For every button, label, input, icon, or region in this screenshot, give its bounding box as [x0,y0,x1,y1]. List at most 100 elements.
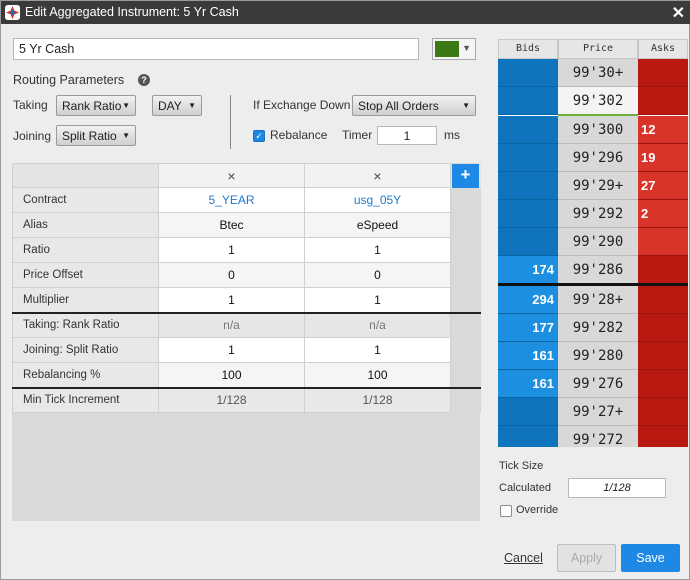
row-label: Ratio [12,237,159,263]
ladder-row: 174 99'286 [498,256,688,284]
ask-cell[interactable] [638,228,688,256]
ask-cell[interactable] [638,370,688,398]
ladder-row: 99'300 12 [498,116,688,144]
bid-cell[interactable] [498,426,558,447]
row-label: Contract [12,187,159,213]
bids-header: Bids [498,39,558,59]
price-ladder: Bids Price Asks 99'30+ 99'302 99'300 12 … [498,39,688,447]
row-label: Joining: Split Ratio [12,337,159,363]
bid-cell[interactable] [498,172,558,200]
contract-link[interactable]: 5_YEAR [158,187,305,213]
color-picker[interactable]: ▼ [432,38,476,60]
bid-cell[interactable] [498,59,558,87]
timer-input[interactable]: 1 [377,126,437,145]
override-checkbox[interactable] [500,505,512,517]
help-icon[interactable]: ? [138,74,150,86]
joining-ratio-cell[interactable]: 1 [158,337,305,363]
multiplier-cell[interactable]: 1 [304,287,451,313]
joining-dropdown[interactable]: Split Ratio ▼ [56,125,136,146]
ask-cell[interactable]: 19 [638,144,688,172]
bid-cell[interactable]: 177 [498,314,558,342]
rebalancing-cell[interactable]: 100 [304,362,451,388]
grid-header-blank [12,163,159,188]
joining-label: Joining [13,129,52,143]
price-cell: 99'302 [558,87,638,115]
min-tick-cell: 1/128 [304,386,451,413]
chevron-down-icon: ▼ [188,101,196,110]
price-cell: 99'290 [558,228,638,256]
bid-cell[interactable] [498,200,558,228]
price-offset-cell[interactable]: 0 [304,262,451,288]
price-cell: 99'30+ [558,59,638,87]
ask-cell[interactable] [638,398,688,426]
grid-tail [450,386,481,413]
close-icon[interactable]: ✕ [672,3,685,23]
instrument-name-input[interactable] [13,38,419,60]
grid-tail [450,212,481,238]
price-header: Price [558,39,638,59]
override-label: Override [516,504,559,516]
joining-value: Split Ratio [62,129,117,143]
bid-cell[interactable] [498,398,558,426]
ask-cell[interactable] [638,59,688,87]
grid-tail [450,262,481,288]
tif-dropdown[interactable]: DAY ▼ [152,95,202,116]
ratio-cell[interactable]: 1 [158,237,305,263]
contract-link[interactable]: usg_05Y [304,187,451,213]
ask-cell[interactable]: 27 [638,172,688,200]
bid-cell[interactable] [498,87,558,115]
bid-cell[interactable]: 161 [498,370,558,398]
price-cell: 99'27+ [558,398,638,426]
remove-contract-2-icon[interactable]: × [304,163,451,188]
add-contract-button[interactable]: + [452,164,479,188]
row-label: Taking: Rank Ratio [12,311,159,338]
bid-cell[interactable]: 161 [498,342,558,370]
ask-cell[interactable] [638,87,688,115]
ask-cell[interactable] [638,256,688,284]
bid-cell[interactable] [498,116,558,144]
apply-button[interactable]: Apply [557,544,616,572]
chevron-down-icon: ▼ [462,101,470,110]
ask-cell[interactable]: 2 [638,200,688,228]
ask-cell[interactable]: 12 [638,116,688,144]
exchange-down-dropdown[interactable]: Stop All Orders ▼ [352,95,476,116]
remove-contract-1-icon[interactable]: × [158,163,305,188]
multiplier-cell[interactable]: 1 [158,287,305,313]
row-label: Min Tick Increment [12,386,159,413]
joining-ratio-cell[interactable]: 1 [304,337,451,363]
chevron-down-icon: ▼ [122,101,130,110]
ask-cell[interactable] [638,342,688,370]
calculated-label: Calculated [499,482,551,494]
bid-cell[interactable] [498,144,558,172]
timer-label: Timer [342,128,373,142]
cancel-button[interactable]: Cancel [504,551,543,565]
ladder-row: 99'292 2 [498,200,688,228]
rebalancing-cell[interactable]: 100 [158,362,305,388]
taking-ratio-cell: n/a [304,311,451,338]
title-bar: Edit Aggregated Instrument: 5 Yr Cash ✕ [1,1,690,24]
taking-dropdown[interactable]: Rank Ratio ▼ [56,95,136,116]
rebalance-checkbox[interactable]: ✓ [253,130,265,142]
ask-cell[interactable] [638,426,688,447]
ratio-cell[interactable]: 1 [304,237,451,263]
ladder-row: 161 99'276 [498,370,688,398]
save-button[interactable]: Save [621,544,680,572]
taking-ratio-cell: n/a [158,311,305,338]
contract-grid: × × Contract 5_YEAR usg_05Y Alias Btec e… [12,163,481,413]
bid-cell[interactable]: 294 [498,286,558,314]
price-offset-cell[interactable]: 0 [158,262,305,288]
alias-cell[interactable]: Btec [158,212,305,238]
ask-cell[interactable] [638,286,688,314]
price-cell: 99'272 [558,426,638,447]
ladder-row: 161 99'280 [498,342,688,370]
grid-tail [450,337,481,363]
bid-cell[interactable]: 174 [498,256,558,284]
bid-cell[interactable] [498,228,558,256]
ask-cell[interactable] [638,314,688,342]
tif-value: DAY [158,99,182,113]
edit-instrument-dialog: Edit Aggregated Instrument: 5 Yr Cash ✕ … [0,0,690,580]
grid-tail [450,287,481,313]
alias-cell[interactable]: eSpeed [304,212,451,238]
app-logo-icon [5,5,20,20]
ladder-row: 99'27+ [498,398,688,426]
